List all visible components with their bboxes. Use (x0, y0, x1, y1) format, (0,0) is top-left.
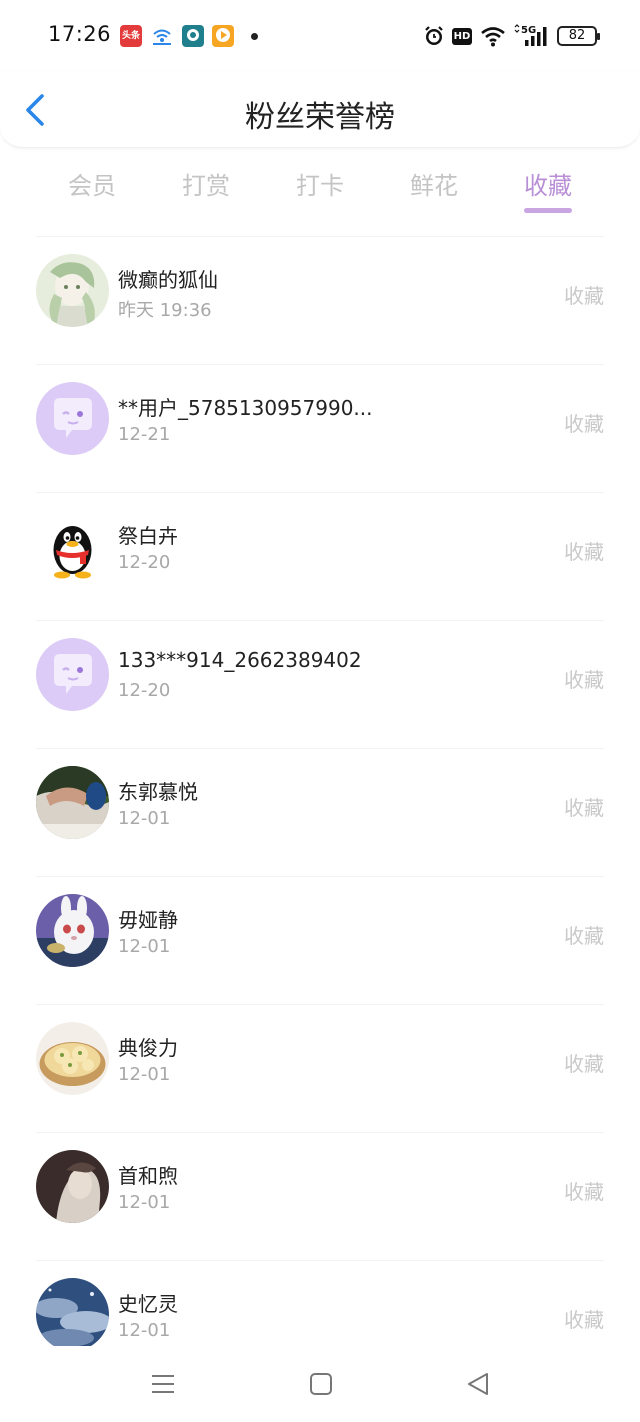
fan-action-label: 收藏 (564, 412, 604, 436)
avatar (36, 1278, 109, 1351)
fan-date: 12-21 (118, 424, 171, 445)
fan-action-label: 收藏 (564, 1308, 604, 1332)
home-square-icon (310, 1373, 332, 1395)
hd-icon: HD (452, 28, 472, 45)
back-nav-button[interactable] (463, 1368, 495, 1400)
fan-name: **用户_5785130957990... (118, 396, 373, 420)
fan-name: 微癫的狐仙 (118, 268, 218, 292)
list-item[interactable]: 首和煦 12-01 收藏 (0, 1132, 640, 1260)
fan-date: 12-20 (118, 552, 171, 573)
avatar (36, 510, 109, 583)
fan-name: 祭白卉 (118, 524, 178, 548)
teal-app-icon (182, 25, 204, 47)
list-item[interactable]: 微癫的狐仙 昨天 19:36 收藏 (0, 236, 640, 364)
menu-icon (152, 1375, 174, 1393)
avatar (36, 1022, 109, 1095)
wifi-app-icon (151, 25, 173, 47)
tab-flower[interactable]: 鲜花 (384, 166, 484, 201)
list-item[interactable]: 典俊力 12-01 收藏 (0, 1004, 640, 1132)
fan-action-label: 收藏 (564, 284, 604, 308)
fan-date: 12-01 (118, 1192, 171, 1213)
list-item[interactable]: 祭白卉 12-20 收藏 (0, 492, 640, 620)
list-item[interactable]: 毋娅静 12-01 收藏 (0, 876, 640, 1004)
fan-action-label: 收藏 (564, 1052, 604, 1076)
fan-date: 12-01 (118, 1064, 171, 1085)
toutiao-icon: 头条 (120, 25, 142, 47)
fan-name: 133***914_2662389402 (118, 648, 362, 672)
fan-action-label: 收藏 (564, 1180, 604, 1204)
list-item[interactable]: 东郭慕悦 12-01 收藏 (0, 748, 640, 876)
fan-date: 12-01 (118, 1320, 171, 1341)
back-triangle-icon (468, 1373, 488, 1395)
fan-name: 毋娅静 (118, 908, 178, 932)
video-app-icon (212, 25, 234, 47)
fan-action-label: 收藏 (564, 796, 604, 820)
status-bar: 17:26 头条 HD 5G 82 (0, 0, 640, 72)
signal-5g-icon: 5G (513, 24, 549, 48)
menu-button[interactable] (147, 1368, 179, 1400)
wifi-icon (480, 24, 506, 48)
list-item[interactable]: 133***914_2662389402 12-20 收藏 (0, 620, 640, 748)
avatar (36, 254, 109, 327)
fan-name: 史忆灵 (118, 1292, 178, 1316)
avatar (36, 638, 109, 711)
system-nav-bar (0, 1346, 640, 1422)
alarm-icon (423, 24, 445, 48)
avatar (36, 1150, 109, 1223)
default-chat-icon (36, 638, 109, 711)
fan-action-label: 收藏 (564, 668, 604, 692)
avatar (36, 382, 109, 455)
battery-icon: 82 (557, 26, 600, 46)
tab-indicator (524, 208, 572, 213)
fan-action-label: 收藏 (564, 924, 604, 948)
fan-date: 昨天 19:36 (118, 300, 212, 321)
fan-date: 12-01 (118, 936, 171, 957)
fan-action-label: 收藏 (564, 540, 604, 564)
fan-name: 首和煦 (118, 1164, 178, 1188)
fan-name: 典俊力 (118, 1036, 178, 1060)
fan-list: 微癫的狐仙 昨天 19:36 收藏 **用户_5785130957990... … (0, 236, 640, 1388)
tab-checkin[interactable]: 打卡 (270, 166, 370, 201)
fan-name: 东郭慕悦 (118, 780, 198, 804)
avatar (36, 894, 109, 967)
tab-favorite[interactable]: 收藏 (498, 166, 598, 201)
tab-bar: 会员 打赏 打卡 鲜花 收藏 (0, 158, 640, 220)
network-label: 5G (521, 25, 536, 36)
qq-penguin-icon (36, 510, 109, 583)
status-time: 17:26 (48, 22, 112, 46)
list-item[interactable]: **用户_5785130957990... 12-21 收藏 (0, 364, 640, 492)
default-chat-icon (36, 382, 109, 455)
header: 粉丝荣誉榜 (0, 72, 640, 148)
tab-reward[interactable]: 打赏 (156, 166, 256, 201)
home-button[interactable] (305, 1368, 337, 1400)
notification-dot-icon (251, 33, 258, 40)
fan-date: 12-20 (118, 680, 171, 701)
fan-date: 12-01 (118, 808, 171, 829)
avatar (36, 766, 109, 839)
page-title: 粉丝荣誉榜 (245, 100, 395, 135)
tab-member[interactable]: 会员 (42, 166, 142, 201)
